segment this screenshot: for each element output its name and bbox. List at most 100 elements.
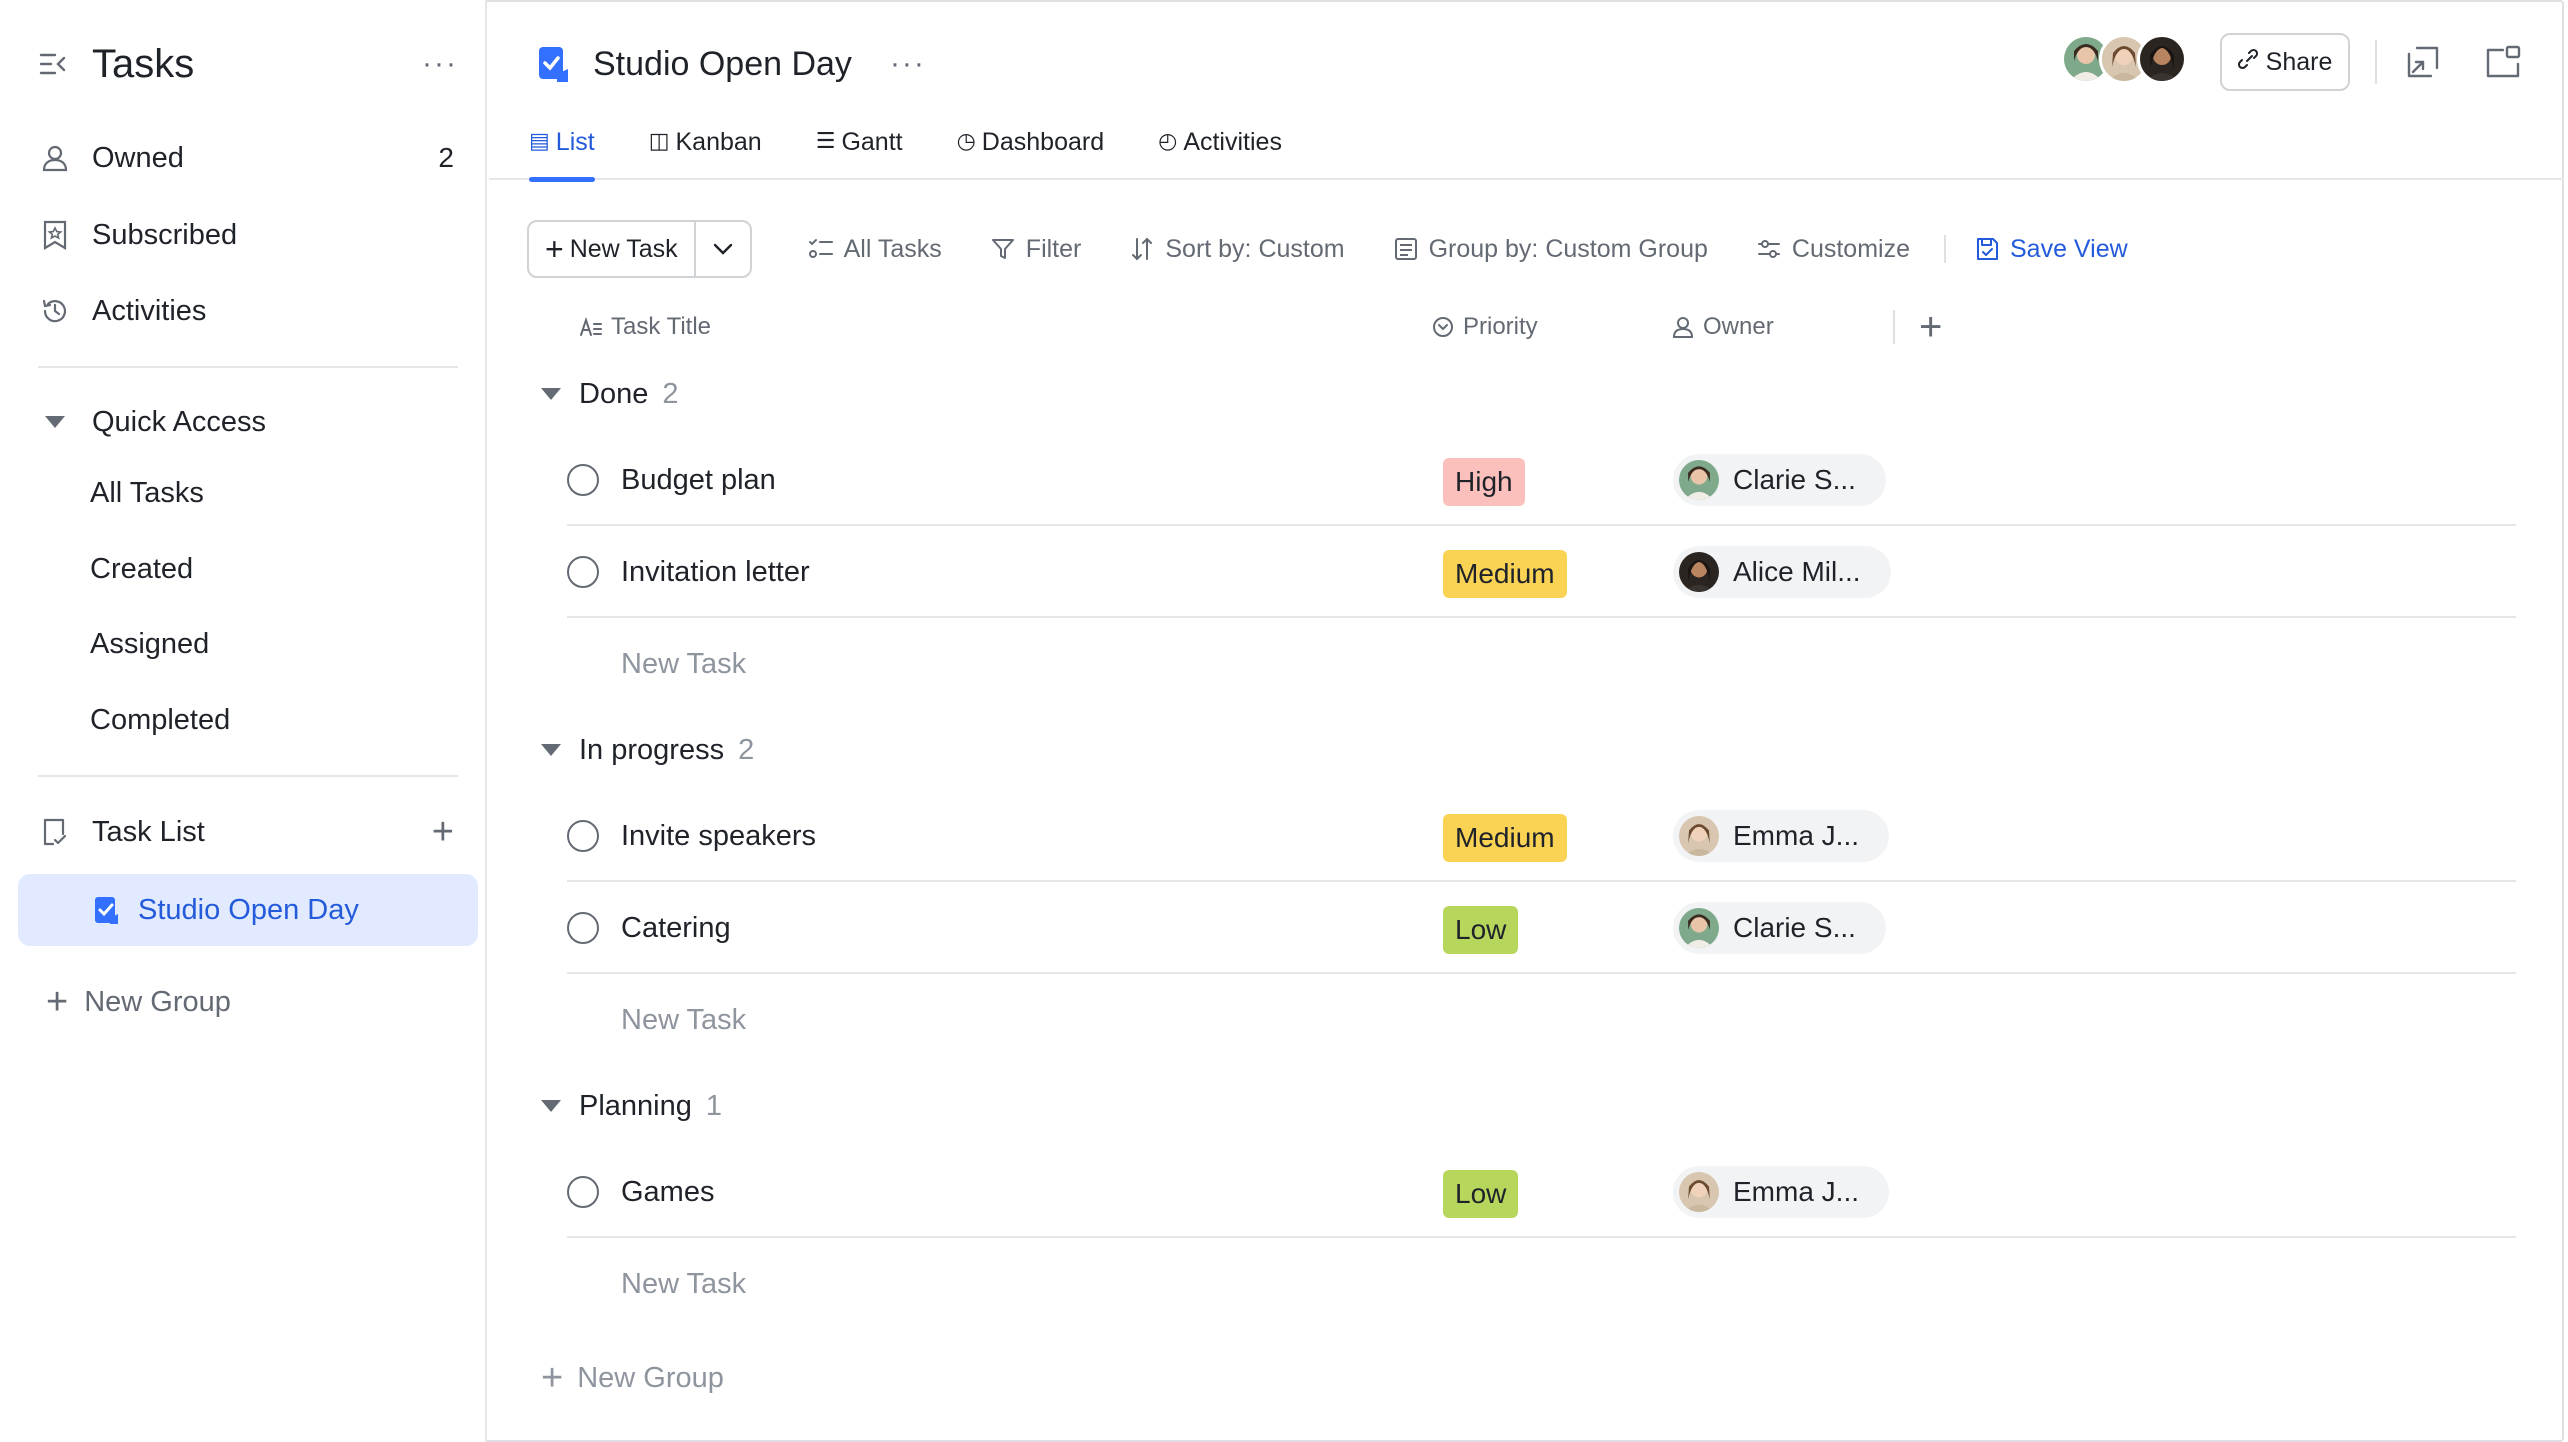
sidebar-item-studio-open-day[interactable]: Studio Open Day: [18, 874, 478, 946]
tab-kanban[interactable]: ◫ Kanban: [649, 124, 762, 180]
task-title[interactable]: Catering: [621, 882, 731, 974]
task-title[interactable]: Budget plan: [621, 434, 776, 526]
new-task-inline[interactable]: New Task: [621, 1238, 746, 1330]
share-label: Share: [2265, 47, 2333, 76]
member-avatars[interactable]: [2061, 34, 2187, 84]
save-view-label: Save View: [2009, 234, 2128, 263]
new-task-button[interactable]: + New Task: [529, 222, 696, 276]
sidebar-item-completed[interactable]: Completed: [90, 690, 230, 750]
owner-name: Emma J...: [1733, 1176, 1860, 1207]
avatar: [1679, 816, 1719, 856]
sidebar-more-icon[interactable]: ···: [422, 47, 458, 81]
sidebar-item-assigned[interactable]: Assigned: [90, 614, 209, 674]
filter-label: Filter: [1025, 234, 1082, 263]
tab-dashboard[interactable]: ◷ Dashboard: [957, 124, 1105, 180]
share-button[interactable]: Share: [2220, 33, 2350, 91]
customize-label: Customize: [1791, 234, 1910, 263]
task-title[interactable]: Invitation letter: [621, 526, 810, 618]
list-icon: ▤: [529, 128, 550, 153]
priority-tag[interactable]: Medium: [1443, 550, 1567, 598]
avatar: [2137, 34, 2187, 84]
table-row[interactable]: Catering Low Clarie S...: [567, 882, 2516, 974]
task-list-label: Task List: [92, 815, 205, 848]
task-checkbox[interactable]: [567, 1176, 599, 1208]
task-title[interactable]: Games: [621, 1146, 714, 1238]
owner-chip[interactable]: Clarie S...: [1673, 902, 1886, 954]
priority-tag[interactable]: Low: [1443, 1170, 1519, 1218]
toolbar: + New Task All Tasks Filter Sort by: Cus…: [527, 220, 2128, 278]
triangle-down-icon: [541, 1100, 561, 1112]
owner-chip[interactable]: Clarie S...: [1673, 454, 1886, 506]
checklist-icon: [808, 239, 833, 258]
priority-tag[interactable]: Medium: [1443, 814, 1567, 862]
task-title[interactable]: Invite speakers: [621, 790, 816, 882]
project-icon: [539, 47, 568, 82]
table-row[interactable]: Invitation letter Medium Alice Mil...: [567, 526, 2516, 618]
plus-icon: +: [541, 1356, 564, 1399]
new-task-inline[interactable]: New Task: [621, 618, 746, 710]
collapse-sidebar-icon[interactable]: [38, 49, 68, 79]
new-task-dropdown[interactable]: [696, 222, 750, 276]
save-view-button[interactable]: Save View: [1974, 235, 2128, 264]
filter-icon: [991, 239, 1014, 259]
sidebar-title: Tasks: [92, 41, 195, 86]
task-checkbox[interactable]: [567, 912, 599, 944]
column-header-priority[interactable]: Priority: [1431, 300, 1538, 354]
all-tasks-filter[interactable]: All Tasks: [808, 235, 942, 264]
table-row[interactable]: Budget plan High Clarie S...: [567, 434, 2516, 526]
group-count: 2: [738, 733, 755, 766]
table-row[interactable]: Games Low Emma J...: [567, 1146, 2516, 1238]
tab-activities[interactable]: ◴ Activities: [1158, 124, 1282, 180]
sidebar-item-created[interactable]: Created: [90, 539, 193, 599]
task-checkbox[interactable]: [567, 820, 599, 852]
history-icon: [38, 294, 72, 328]
add-column-icon[interactable]: +: [1919, 307, 1942, 347]
owner-chip[interactable]: Alice Mil...: [1673, 546, 1891, 598]
sort-button[interactable]: Sort by: Custom: [1129, 235, 1345, 264]
view-tabs: ▤ List ◫ Kanban ☰ Gantt ◷ Dashboard ◴ Ac…: [529, 124, 1336, 182]
open-window-icon[interactable]: [2483, 42, 2523, 82]
tab-list[interactable]: ▤ List: [529, 124, 595, 182]
sidebar-item-task-list[interactable]: Task List +: [38, 802, 458, 862]
dashboard-icon: ◷: [956, 128, 976, 153]
quick-access-label: Quick Access: [92, 405, 267, 438]
owned-count: 2: [438, 142, 454, 173]
filter-button[interactable]: Filter: [990, 234, 1082, 264]
customize-button[interactable]: Customize: [1756, 235, 1910, 264]
all-tasks-label: All Tasks: [843, 234, 942, 263]
add-task-list-icon[interactable]: +: [432, 811, 454, 854]
column-header-owner[interactable]: Owner: [1671, 300, 1774, 354]
triangle-down-icon: [541, 744, 561, 756]
owner-chip[interactable]: Emma J...: [1673, 810, 1890, 862]
sidebar-item-subscribed[interactable]: Subscribed: [38, 205, 458, 265]
group-by-button[interactable]: Group by: Custom Group: [1393, 235, 1708, 264]
group-name: In progress: [579, 733, 725, 766]
task-checkbox[interactable]: [567, 464, 599, 496]
new-task-inline[interactable]: New Task: [621, 974, 746, 1066]
priority-tag[interactable]: Low: [1443, 906, 1519, 954]
sidebar-item-owned[interactable]: Owned 2: [38, 128, 458, 188]
activities-icon: ◴: [1158, 128, 1178, 153]
table-row[interactable]: Invite speakers Medium Emma J...: [567, 790, 2516, 882]
sidebar-item-activities[interactable]: Activities: [38, 281, 458, 341]
sidebar-item-all-tasks[interactable]: All Tasks: [90, 463, 204, 523]
sidebar-new-group-button[interactable]: + New Group: [46, 974, 231, 1030]
group-header-planning[interactable]: Planning 1: [541, 1078, 722, 1134]
priority-tag[interactable]: High: [1443, 458, 1525, 506]
column-divider: [1893, 310, 1895, 344]
kanban-icon: ◫: [648, 128, 670, 153]
task-checkbox[interactable]: [567, 556, 599, 588]
collapse-view-icon[interactable]: [2403, 42, 2443, 82]
column-header-title[interactable]: Task Title: [579, 300, 711, 354]
group-header-in-progress[interactable]: In progress 2: [541, 722, 754, 778]
tab-gantt[interactable]: ☰ Gantt: [816, 124, 903, 180]
plus-icon: +: [46, 980, 69, 1023]
top-bar: Studio Open Day ··· Share ▤ List ◫ Kanba…: [489, 0, 2564, 182]
group-header-done[interactable]: Done 2: [541, 366, 678, 422]
link-icon: [2237, 48, 2258, 77]
sidebar-header: Tasks ···: [38, 36, 458, 92]
quick-access-toggle[interactable]: Quick Access: [38, 392, 458, 452]
owner-chip[interactable]: Emma J...: [1673, 1166, 1890, 1218]
new-group-button[interactable]: + New Group: [541, 1350, 724, 1406]
project-more-icon[interactable]: ···: [890, 47, 926, 81]
